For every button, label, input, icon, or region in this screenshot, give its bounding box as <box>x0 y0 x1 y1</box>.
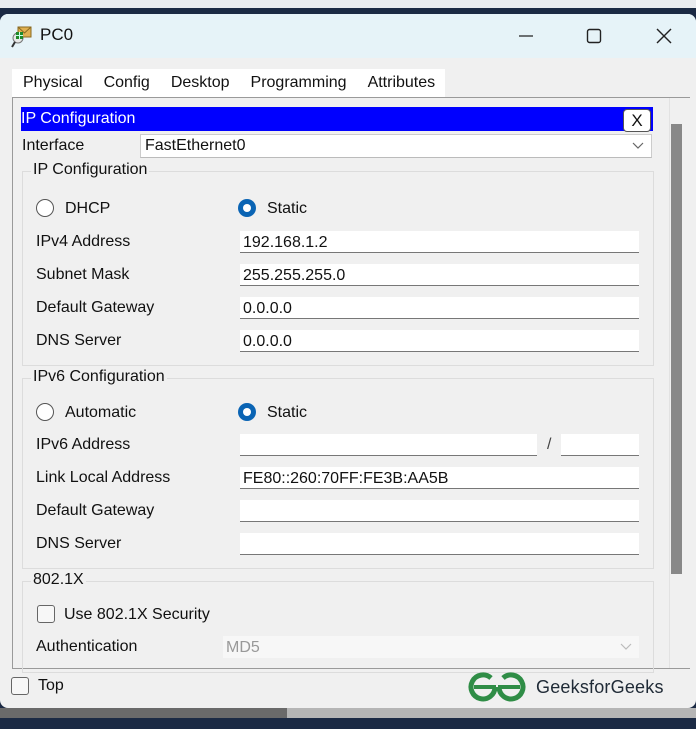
ipv6-gateway-input[interactable] <box>240 500 639 522</box>
taskbar-strip <box>0 724 696 729</box>
interface-value: FastEthernet0 <box>145 137 246 154</box>
authentication-select[interactable]: MD5 <box>223 636 639 658</box>
ipv4-group-title: IP Configuration <box>31 161 150 179</box>
close-window-button[interactable] <box>642 20 686 52</box>
ipv6-address-input[interactable] <box>240 434 537 456</box>
ip-config-header-title: IP Configuration <box>21 110 136 127</box>
maximize-icon <box>586 28 602 44</box>
top-label: Top <box>38 677 64 694</box>
ipv6-dns-input[interactable] <box>240 533 639 555</box>
ipv6-static-radio[interactable] <box>238 403 256 421</box>
window-title: PC0 <box>40 25 74 44</box>
subnet-mask-value: 255.255.255.0 <box>243 267 346 284</box>
ipv4-static-label: Static <box>267 200 308 217</box>
ipv4-address-label: IPv4 Address <box>36 233 131 250</box>
desktop-top-strip <box>0 0 696 8</box>
minimize-icon <box>519 35 533 37</box>
interface-select[interactable]: FastEthernet0 <box>140 134 652 158</box>
ip-configuration-panel: IP Configuration X Interface FastEtherne… <box>12 97 690 673</box>
ipv6-static-label: Static <box>267 404 308 421</box>
default-gateway-label: Default Gateway <box>36 299 155 316</box>
default-gateway-input[interactable]: 0.0.0.0 <box>240 297 639 319</box>
dns-server-value: 0.0.0.0 <box>243 333 292 350</box>
geeksforgeeks-text: GeeksforGeeks <box>536 676 664 697</box>
title-bar[interactable]: PC0 <box>0 14 696 58</box>
vertical-scrollbar-thumb[interactable] <box>671 124 682 574</box>
ipv4-address-value: 192.168.1.2 <box>243 234 328 251</box>
ipv6-dns-label: DNS Server <box>36 535 122 552</box>
ipv4-address-input[interactable]: 192.168.1.2 <box>240 231 639 253</box>
dot1x-group: 802.1X Use 802.1X Security Authenticatio… <box>22 571 654 673</box>
pc0-window: PC0 Physical Config Desktop Programming … <box>0 14 696 708</box>
top-checkbox[interactable] <box>11 677 29 695</box>
ipv6-automatic-radio[interactable] <box>36 403 54 421</box>
ip-config-close-button[interactable]: X <box>623 109 651 132</box>
tab-physical[interactable]: Physical <box>12 69 93 97</box>
link-local-input[interactable]: FE80::260:70FF:FE3B:AA5B <box>240 467 639 489</box>
chevron-down-icon <box>632 142 644 149</box>
ipv4-static-radio[interactable] <box>238 199 256 217</box>
dhcp-radio[interactable] <box>36 199 54 217</box>
geeksforgeeks-logo-icon <box>468 672 526 702</box>
ipv6-config-group: IPv6 Configuration Automatic Static IPv6… <box>22 368 654 569</box>
maximize-button[interactable] <box>572 20 616 52</box>
ipv6-prefix-input[interactable] <box>561 434 639 456</box>
ipv6-automatic-label: Automatic <box>65 404 137 421</box>
tab-desktop[interactable]: Desktop <box>160 69 240 101</box>
dns-server-input[interactable]: 0.0.0.0 <box>240 330 639 352</box>
authentication-value: MD5 <box>226 639 260 656</box>
ipv6-gateway-label: Default Gateway <box>36 502 155 519</box>
default-gateway-value: 0.0.0.0 <box>243 300 292 317</box>
link-local-value: FE80::260:70FF:FE3B:AA5B <box>243 470 449 487</box>
tab-config[interactable]: Config <box>93 69 160 97</box>
prefix-separator: / <box>547 436 552 453</box>
interface-label: Interface <box>22 137 85 154</box>
packet-tracer-pc-icon <box>11 26 32 48</box>
device-tabs: Physical Config Desktop Programming Attr… <box>12 69 446 101</box>
use-8021x-label: Use 802.1X Security <box>64 606 210 623</box>
ip-config-header: IP Configuration X <box>21 107 653 132</box>
tab-attributes[interactable]: Attributes <box>357 69 446 97</box>
authentication-label: Authentication <box>36 638 138 655</box>
minimize-button[interactable] <box>504 20 548 52</box>
subnet-mask-input[interactable]: 255.255.255.0 <box>240 264 639 286</box>
chevron-down-icon <box>620 643 632 650</box>
geeksforgeeks-watermark: GeeksforGeeks <box>468 672 664 702</box>
ipv6-address-label: IPv6 Address <box>36 436 131 453</box>
horizontal-scrollbar-thumb[interactable] <box>0 708 287 718</box>
subnet-mask-label: Subnet Mask <box>36 266 130 283</box>
close-icon <box>656 28 672 44</box>
use-8021x-checkbox[interactable] <box>37 605 55 623</box>
dhcp-label: DHCP <box>65 200 111 217</box>
link-local-label: Link Local Address <box>36 469 171 486</box>
ipv6-group-title: IPv6 Configuration <box>31 368 167 386</box>
ipv4-config-group: IP Configuration DHCP Static IPv4 Addres… <box>22 161 654 366</box>
dot1x-group-title: 802.1X <box>31 571 86 589</box>
tab-programming[interactable]: Programming <box>240 69 357 97</box>
dns-server-label: DNS Server <box>36 332 122 349</box>
